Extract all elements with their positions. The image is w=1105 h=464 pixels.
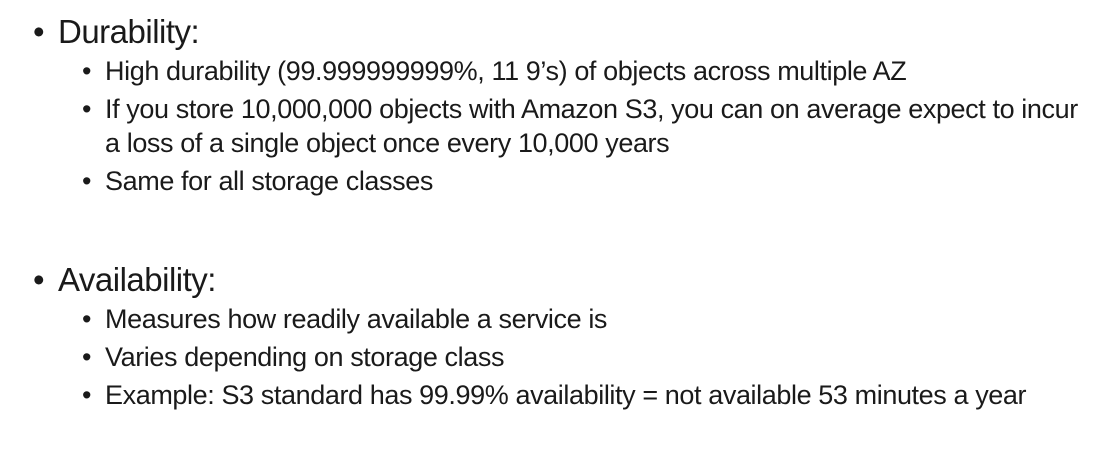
slide: • Durability: • High durability (99.9999… [0,0,1105,464]
durability-list: • High durability (99.999999999%, 11 9’s… [0,54,1105,198]
bullet-icon: • [82,304,92,334]
availability-item-measures: • Measures how readily available a servi… [0,302,1105,336]
bullet-icon: • [33,261,45,298]
list-item-text: Same for all storage classes [105,166,433,196]
bullet-icon: • [82,380,92,410]
availability-heading: • Availability: [0,258,1105,302]
bullet-icon: • [82,56,92,86]
availability-item-example: • Example: S3 standard has 99.99% availa… [0,378,1105,412]
availability-heading-text: Availability: [58,261,216,298]
durability-heading-text: Durability: [58,13,200,50]
availability-item-varies: • Varies depending on storage class [0,340,1105,374]
list-item-text: High durability (99.999999999%, 11 9’s) … [105,56,907,86]
bullet-icon: • [82,166,92,196]
bullet-icon: • [33,13,45,50]
availability-section: • Availability: • Measures how readily a… [0,258,1105,416]
list-item-text: Measures how readily available a service… [105,304,608,334]
availability-list: • Measures how readily available a servi… [0,302,1105,412]
durability-item-high-durability: • High durability (99.999999999%, 11 9’s… [0,54,1105,88]
bullet-icon: • [82,94,92,124]
durability-section: • Durability: • High durability (99.9999… [0,10,1105,202]
list-item-text: If you store 10,000,000 objects with Ama… [105,94,1078,158]
bullet-icon: • [82,342,92,372]
durability-item-storage-classes: • Same for all storage classes [0,164,1105,198]
durability-item-loss-expectation: • If you store 10,000,000 objects with A… [0,92,1105,160]
list-item-text: Varies depending on storage class [105,342,505,372]
durability-heading: • Durability: [0,10,1105,54]
list-item-text: Example: S3 standard has 99.99% availabi… [105,380,1027,410]
